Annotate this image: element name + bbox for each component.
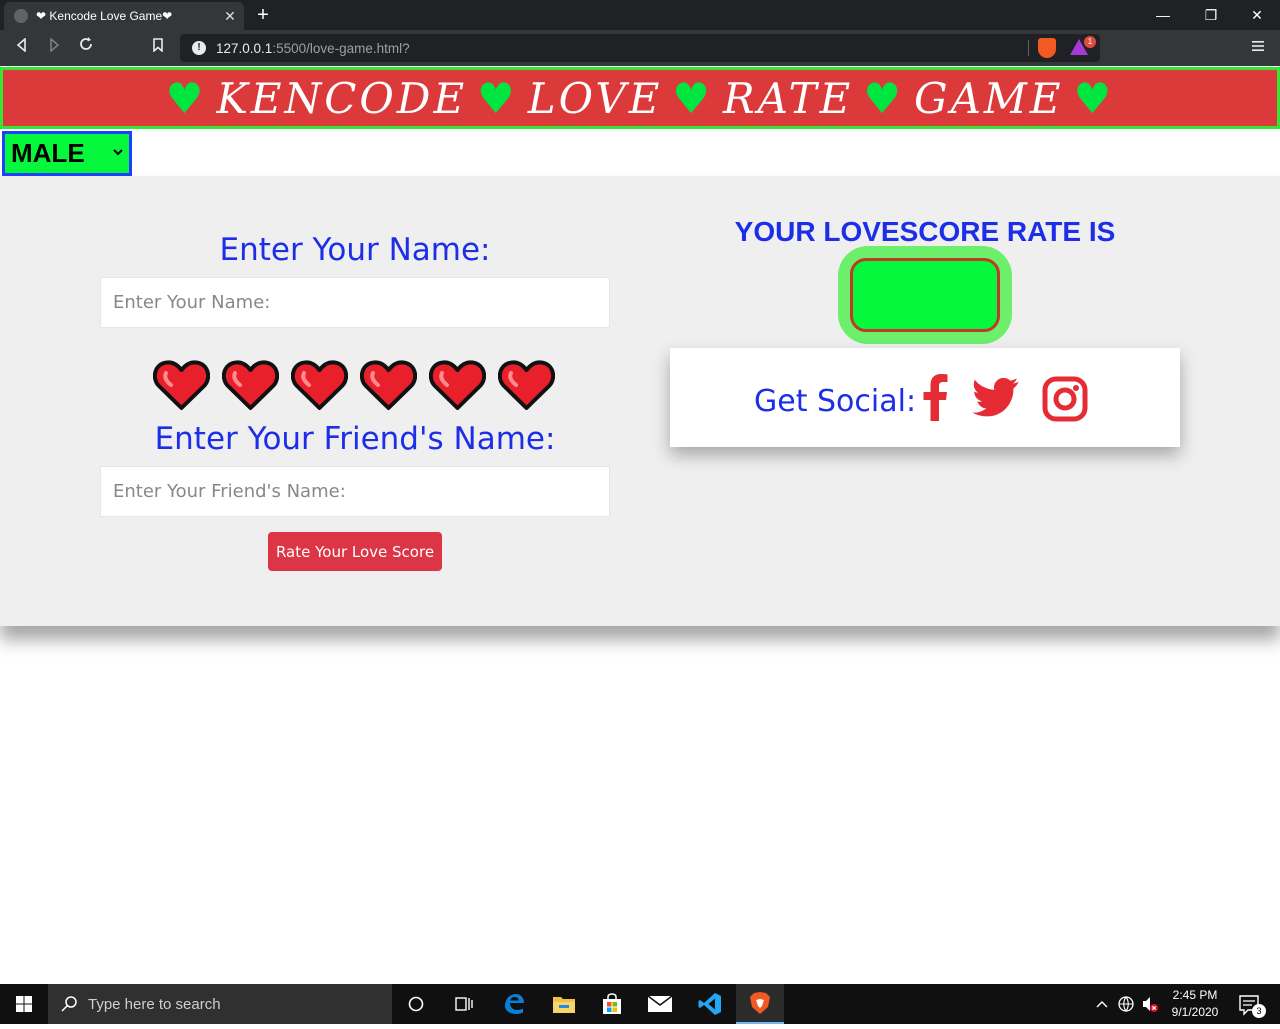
- restore-button[interactable]: ❐: [1188, 0, 1234, 30]
- clock-time: 2:45 PM: [1172, 988, 1218, 1002]
- address-bar[interactable]: ! 127.0.0.1:5500/love-game.html? 1: [180, 34, 1100, 62]
- search-placeholder: Type here to search: [88, 995, 221, 1013]
- social-panel: Get Social:: [670, 348, 1180, 447]
- rewards-badge: 1: [1084, 36, 1096, 48]
- vscode-icon[interactable]: [686, 984, 734, 1024]
- banner-word: LOVE: [527, 73, 663, 123]
- gender-select-value: MALE: [11, 138, 85, 168]
- network-icon[interactable]: [1116, 984, 1136, 1024]
- name-label: Enter Your Name:: [219, 232, 491, 268]
- instagram-icon[interactable]: [1042, 376, 1088, 427]
- red-heart-icon: [359, 359, 418, 411]
- banner-word: GAME: [914, 73, 1064, 123]
- lovescore-value: [850, 258, 1000, 332]
- browser-tab[interactable]: ❤ Kencode Love Game❤ ✕: [4, 2, 244, 30]
- gender-select[interactable]: MALE: [2, 131, 132, 176]
- brave-shield-icon[interactable]: [1038, 38, 1056, 58]
- divider: [1028, 40, 1029, 56]
- reload-icon[interactable]: [74, 36, 98, 60]
- url-path: :5500/love-game.html?: [272, 40, 410, 56]
- notification-badge: 3: [1252, 1004, 1266, 1018]
- red-heart-icon: [290, 359, 349, 411]
- chevron-down-icon: [113, 144, 123, 159]
- tab-title: ❤ Kencode Love Game❤: [36, 9, 173, 23]
- hamburger-menu-icon[interactable]: [1248, 38, 1268, 58]
- green-heart-icon: ♥: [863, 73, 905, 123]
- hearts-row: [152, 359, 573, 415]
- banner-word: RATE: [723, 73, 854, 123]
- red-heart-icon: [152, 359, 211, 411]
- page-viewport: ♥ KENCODE ♥ LOVE ♥ RATE ♥ GAME ♥ MALE En…: [0, 66, 1280, 984]
- edge-icon[interactable]: [490, 984, 538, 1024]
- lovescore-display: [838, 246, 1012, 344]
- tab-close-button[interactable]: ✕: [220, 8, 240, 25]
- red-heart-icon: [428, 359, 487, 411]
- red-heart-icon: [221, 359, 280, 411]
- globe-icon: [14, 9, 28, 23]
- title-banner: ♥ KENCODE ♥ LOVE ♥ RATE ♥ GAME ♥: [0, 67, 1280, 129]
- clock-date: 9/1/2020: [1171, 1005, 1219, 1019]
- friend-name-input[interactable]: Enter Your Friend's Name:: [100, 466, 610, 517]
- clock[interactable]: 2:45 PM 9/1/2020: [1160, 987, 1230, 1021]
- file-explorer-icon[interactable]: [540, 984, 588, 1024]
- red-heart-icon: [497, 359, 556, 411]
- taskbar: Type here to search 2:45 PM 9/1/2020 3: [0, 984, 1280, 1024]
- banner-word: KENCODE: [216, 73, 468, 123]
- task-view-icon[interactable]: [440, 984, 488, 1024]
- rate-love-score-button[interactable]: Rate Your Love Score: [268, 532, 442, 571]
- taskbar-search-input[interactable]: Type here to search: [48, 984, 392, 1024]
- lovescore-title: YOUR LOVESCORE RATE IS: [734, 216, 1116, 247]
- window-close-button[interactable]: ✕: [1234, 0, 1280, 30]
- back-icon[interactable]: [10, 36, 34, 60]
- url-host: 127.0.0.1: [216, 40, 273, 56]
- facebook-icon[interactable]: [920, 373, 950, 426]
- bookmark-icon[interactable]: [146, 36, 170, 60]
- cortana-icon[interactable]: [392, 984, 440, 1024]
- green-heart-icon: ♥: [165, 73, 207, 123]
- friend-name-label: Enter Your Friend's Name:: [154, 421, 556, 457]
- volume-muted-icon[interactable]: [1140, 984, 1160, 1024]
- info-icon[interactable]: !: [192, 41, 206, 55]
- tray-chevron-icon[interactable]: [1094, 984, 1110, 1024]
- social-label: Get Social:: [754, 384, 917, 419]
- browser-tab-bar: ❤ Kencode Love Game❤ ✕ + — ❐ ✕: [0, 0, 1280, 30]
- green-heart-icon: ♥: [477, 73, 518, 123]
- twitter-icon[interactable]: [972, 377, 1020, 423]
- mail-icon[interactable]: [636, 984, 684, 1024]
- name-input[interactable]: Enter Your Name:: [100, 277, 610, 328]
- forward-icon[interactable]: [42, 36, 66, 60]
- green-heart-icon: ♥: [1073, 73, 1115, 123]
- windows-start-button[interactable]: [0, 984, 48, 1024]
- page-title: ♥ KENCODE ♥ LOVE ♥ RATE ♥ GAME ♥: [156, 74, 1124, 123]
- notification-center-icon[interactable]: 3: [1232, 984, 1280, 1024]
- brave-browser-icon[interactable]: [736, 984, 784, 1024]
- store-icon[interactable]: [588, 984, 636, 1024]
- search-icon: [60, 995, 78, 1017]
- green-heart-icon: ♥: [672, 73, 714, 123]
- browser-toolbar: ! 127.0.0.1:5500/love-game.html? 1: [0, 30, 1280, 66]
- game-card: Enter Your Name: Enter Your Name: Enter …: [0, 176, 1280, 626]
- new-tab-button[interactable]: +: [252, 2, 274, 28]
- minimize-button[interactable]: —: [1140, 0, 1186, 30]
